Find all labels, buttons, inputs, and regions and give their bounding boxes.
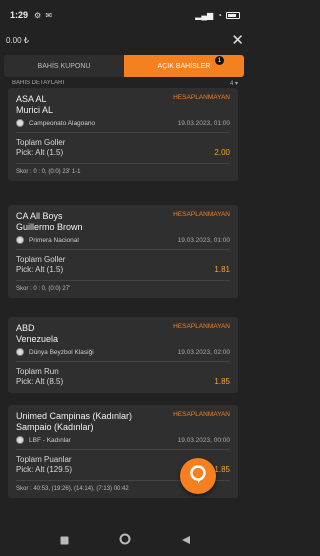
wifi-icon: ◔ (217, 10, 222, 20)
pick: Pick: Alt (1.5) (16, 265, 64, 274)
chat-bubble-icon (189, 464, 207, 489)
divider (16, 132, 230, 133)
match-date: 19.03.2023, 00:00 (177, 436, 230, 444)
match-date: 19.03.2023, 01:00 (177, 119, 230, 127)
bet-details-header: BAHİS DETAYLARI 4 ▾ (12, 80, 238, 88)
market-name: Toplam Goller (16, 138, 66, 147)
home-team: ABD (16, 323, 35, 333)
tab-open-bets-label: AÇIK BAHİSLER (157, 62, 211, 70)
balance: 0.00 ₺ (6, 35, 29, 45)
open-bets-list[interactable]: BAHİS DETAYLARI 4 ▾ ASA AL Murici AL HES… (0, 80, 250, 520)
tab-bar: BAHİS KUPONU AÇIK BAHİSLER 1 (4, 55, 244, 77)
back-icon[interactable] (181, 532, 191, 550)
system-icons: ▂▄▆ ◔ (195, 11, 240, 20)
bet-details-title: BAHİS DETAYLARI (12, 80, 65, 86)
market-name: Toplam Goller (16, 255, 66, 264)
status-bar: 1:29 ⚙ ✉ ▂▄▆ ◔ (0, 0, 250, 30)
bet-status: HESAPLANMAYAN (173, 94, 230, 101)
baseball-icon (16, 348, 24, 356)
recents-icon[interactable] (60, 532, 69, 550)
bet-status: HESAPLANMAYAN (173, 411, 230, 418)
away-team: Guillermo Brown (16, 222, 83, 232)
bet-card[interactable]: ABD Venezuela HESAPLANMAYAN Dünya Beyzbo… (8, 317, 238, 393)
divider (16, 249, 230, 250)
clock: 1:29 (10, 10, 29, 20)
match-date: 19.03.2023, 01:00 (177, 236, 230, 244)
android-nav-bar (0, 526, 250, 556)
basketball-icon (16, 436, 24, 444)
bet-status: HESAPLANMAYAN (173, 211, 230, 218)
league-name: Dünya Beyzbol Klasiği (29, 348, 94, 356)
match-date: 19.03.2023, 02:00 (177, 348, 230, 356)
odds: 1.85 (214, 465, 230, 474)
home-team: Unimed Campinas (Kadınlar) (16, 411, 133, 421)
bet-status: HESAPLANMAYAN (173, 323, 230, 330)
away-team: Murici AL (16, 105, 54, 115)
divider (16, 449, 230, 450)
home-team: CA All Boys (16, 211, 63, 221)
league-name: Campeonato Alagoano (29, 119, 96, 127)
home-team: ASA AL (16, 94, 47, 104)
home-icon[interactable] (119, 532, 131, 550)
signal-icon: ▂▄▆ (195, 10, 214, 20)
tab-open-bets[interactable]: AÇIK BAHİSLER 1 (124, 55, 244, 77)
soccer-ball-icon (16, 119, 24, 127)
away-team: Sampaio (Kadınlar) (16, 422, 94, 432)
odds: 1.85 (214, 377, 230, 386)
live-score: Skor : 0 : 0, (0:0) 27' (16, 286, 71, 292)
pick: Pick: Alt (1.5) (16, 148, 64, 157)
divider (16, 361, 230, 362)
soccer-ball-icon (16, 236, 24, 244)
divider (16, 280, 230, 281)
bet-card[interactable]: ASA AL Murici AL HESAPLANMAYAN Campeonat… (8, 88, 238, 181)
odds: 1.81 (214, 265, 230, 274)
live-chat-button[interactable] (180, 458, 216, 494)
pick: Pick: Alt (129.5) (16, 465, 73, 474)
league-name: LBF - Kadınlar (29, 436, 71, 444)
league-name: Primera Nacional (29, 236, 79, 244)
open-bets-count-badge: 1 (215, 56, 224, 65)
battery-icon (226, 11, 240, 19)
bet-details-suffix: 4 ▾ (229, 81, 238, 87)
market-name: Toplam Run (16, 367, 59, 376)
odds: 2.00 (214, 148, 230, 157)
divider (16, 163, 230, 164)
pick: Pick: Alt (8.5) (16, 377, 64, 386)
top-bar: 0.00 ₺ ✕ (0, 30, 250, 50)
tab-bet-slip[interactable]: BAHİS KUPONU (4, 55, 124, 77)
notification-icons: ⚙ ✉ (34, 10, 54, 20)
bet-card[interactable]: CA All Boys Guillermo Brown HESAPLANMAYA… (8, 205, 238, 298)
away-team: Venezuela (16, 334, 59, 344)
tab-bet-slip-label: BAHİS KUPONU (37, 62, 91, 70)
live-score: Skor : 0 : 0, (0:0) 23' 1-1 (16, 169, 81, 175)
close-icon[interactable]: ✕ (231, 33, 244, 48)
